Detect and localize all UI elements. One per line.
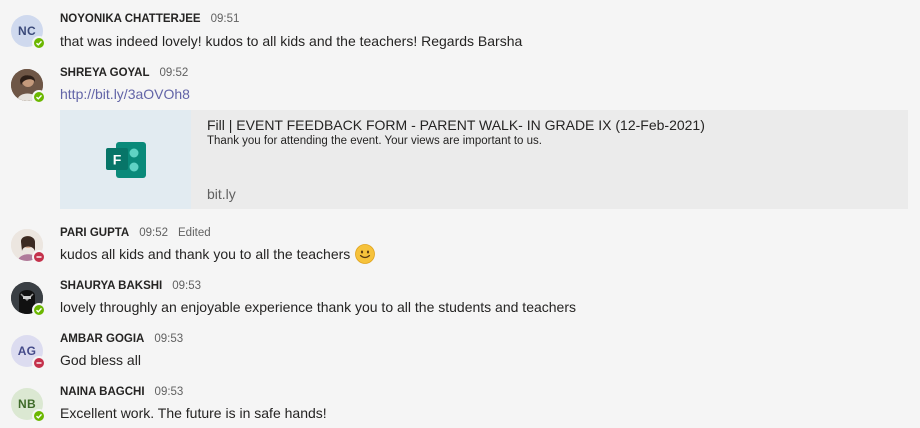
link-preview-title[interactable]: Fill | EVENT FEEDBACK FORM - PARENT WALK… xyxy=(207,117,705,133)
available-presence-icon xyxy=(32,409,46,423)
timestamp: 09:52 xyxy=(139,227,168,239)
author-name[interactable]: AMBAR GOGIA xyxy=(60,333,144,345)
edited-label: Edited xyxy=(178,227,211,239)
message-text: kudos all kids and thank you to all the … xyxy=(60,246,351,262)
timestamp: 09:51 xyxy=(210,13,240,25)
available-presence-icon xyxy=(32,303,46,317)
message-header: SHAURYA BAKSHI 09:53 xyxy=(60,280,201,296)
message-text: God bless all xyxy=(60,352,141,368)
timestamp: 09:53 xyxy=(154,386,184,398)
avatar[interactable] xyxy=(11,229,46,264)
available-presence-icon xyxy=(32,90,46,104)
link-preview-domain: bit.ly xyxy=(207,186,236,202)
avatar[interactable]: NB xyxy=(11,388,46,423)
message-header: PARI GUPTA 09:52 Edited xyxy=(60,227,211,243)
avatar[interactable]: AG xyxy=(11,335,46,370)
link-preview-description: Thank you for attending the event. Your … xyxy=(207,135,542,147)
message-header: AMBAR GOGIA 09:53 xyxy=(60,333,183,349)
link-preview-thumbnail: F xyxy=(60,110,191,209)
message-text: Excellent work. The future is in safe ha… xyxy=(60,405,327,421)
timestamp: 09:53 xyxy=(172,280,202,292)
author-name[interactable]: SHREYA GOYAL xyxy=(60,67,149,79)
timestamp: 09:52 xyxy=(159,67,189,79)
avatar[interactable] xyxy=(11,69,46,104)
timestamp: 09:53 xyxy=(154,333,184,345)
author-name[interactable]: PARI GUPTA xyxy=(60,227,129,239)
svg-text:F: F xyxy=(112,151,121,167)
available-presence-icon xyxy=(32,36,46,50)
message-header: NOYONIKA CHATTERJEE 09:51 xyxy=(60,13,239,29)
chat-thread: NC NOYONIKA CHATTERJEE 09:51 that was in… xyxy=(0,0,920,428)
avatar[interactable]: NC xyxy=(11,15,46,50)
avatar-initials: AG xyxy=(17,344,37,358)
author-name[interactable]: NOYONIKA CHATTERJEE xyxy=(60,13,201,25)
busy-presence-icon xyxy=(32,250,46,264)
smiley-emoji-icon xyxy=(355,244,376,264)
link-preview-card[interactable]: F Fill | EVENT FEEDBACK FORM - PARENT WA… xyxy=(60,110,908,209)
author-name[interactable]: SHAURYA BAKSHI xyxy=(60,280,162,292)
message-text: that was indeed lovely! kudos to all kid… xyxy=(60,33,523,49)
author-name[interactable]: NAINA BAGCHI xyxy=(60,386,145,398)
avatar[interactable] xyxy=(11,282,46,317)
message-header: SHREYA GOYAL 09:52 xyxy=(60,67,188,83)
message-header: NAINA BAGCHI 09:53 xyxy=(60,386,183,402)
microsoft-forms-icon: F xyxy=(105,141,146,178)
message-text: lovely throughly an enjoyable experience… xyxy=(60,299,577,315)
busy-presence-icon xyxy=(32,356,46,370)
message-link[interactable]: http://bit.ly/3aOVOh8 xyxy=(60,86,190,102)
avatar-initials: NB xyxy=(18,397,36,411)
avatar-initials: NC xyxy=(18,24,36,38)
